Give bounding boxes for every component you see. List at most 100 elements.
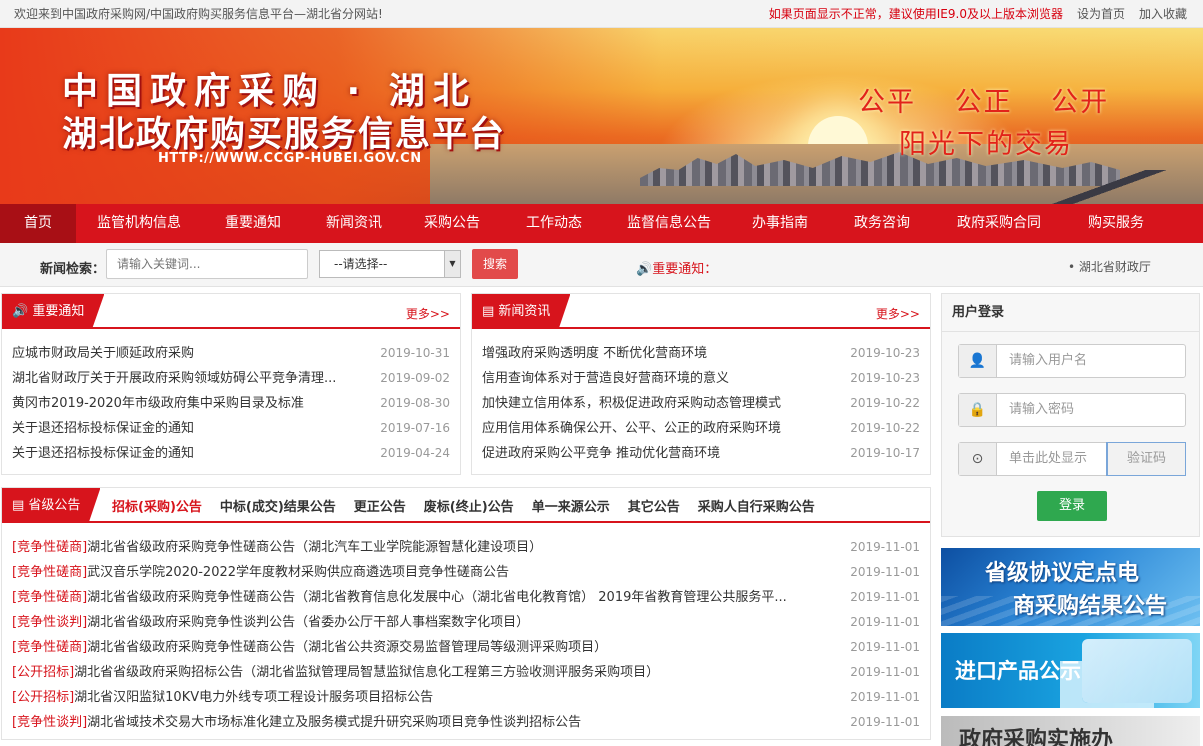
nav-item-regulators[interactable]: 监管机构信息 bbox=[76, 204, 202, 243]
search-category-select[interactable]: --请选择-- ▼ bbox=[319, 250, 461, 278]
welcome-text: 欢迎来到中国政府采购网/中国政府购买服务信息平台—湖北省分网站! bbox=[14, 7, 383, 21]
item-title[interactable]: 关于退还招标投标保证金的通知 bbox=[12, 441, 194, 466]
item-tag: [竞争性磋商] bbox=[12, 565, 88, 580]
item-tag: [竞争性谈判] bbox=[12, 715, 88, 730]
list-item[interactable]: [公开招标]湖北省省级政府采购招标公告（湖北省监狱管理局智慧监狱信息化工程第三方… bbox=[12, 660, 920, 685]
item-title[interactable]: 加快建立信用体系，积极促进政府采购动态管理模式 bbox=[482, 391, 781, 416]
item-title: 湖北省域技术交易大市场标准化建立及服务模式提升研究采购项目竞争性谈判招标公告 bbox=[87, 715, 582, 730]
list-item[interactable]: [竞争性磋商]湖北省省级政府采购竞争性磋商公告（湖北省教育信息化发展中心（湖北省… bbox=[12, 585, 920, 610]
tab-award-result[interactable]: 中标(成交)结果公告 bbox=[220, 496, 336, 515]
item-date: 2019-11-01 bbox=[850, 565, 920, 579]
login-button[interactable]: 登录 bbox=[1037, 491, 1107, 521]
search-category-value: --请选择-- bbox=[334, 257, 388, 271]
list-item[interactable]: 信用查询体系对于营造良好营商环境的意义 2019-10-23 bbox=[482, 366, 920, 391]
item-title-link[interactable]: [公开招标]湖北省省级政府采购招标公告（湖北省监狱管理局智慧监狱信息化工程第三方… bbox=[12, 660, 659, 685]
header-banner: 中国政府采购 · 湖北 湖北政府购买服务信息平台 HTTP://WWW.CCGP… bbox=[0, 28, 1203, 204]
tab-termination[interactable]: 废标(终止)公告 bbox=[424, 496, 514, 515]
list-item[interactable]: [竞争性磋商]湖北省省级政府采购竞争性磋商公告（湖北汽车工业学院能源智慧化建设项… bbox=[12, 535, 920, 560]
tab-correction[interactable]: 更正公告 bbox=[354, 496, 406, 515]
list-item[interactable]: [竞争性谈判]湖北省域技术交易大市场标准化建立及服务模式提升研究采购项目竞争性谈… bbox=[12, 710, 920, 735]
item-title[interactable]: 应城市财政局关于顺延政府采购 bbox=[12, 341, 194, 366]
username-placeholder: 请输入用户名 bbox=[1009, 353, 1088, 368]
nav-item-procurement-notice[interactable]: 采购公告 bbox=[404, 204, 500, 243]
tab-self-procurement[interactable]: 采购人自行采购公告 bbox=[698, 496, 815, 515]
item-date: 2019-10-22 bbox=[850, 396, 920, 410]
tab-single-source[interactable]: 单一来源公示 bbox=[532, 496, 610, 515]
item-title-link[interactable]: [竞争性磋商]湖北省省级政府采购竞争性磋商公告（湖北汽车工业学院能源智慧化建设项… bbox=[12, 535, 542, 560]
item-title[interactable]: 湖北省财政厅关于开展政府采购领域妨碍公平竞争清理... bbox=[12, 366, 336, 391]
nav-item-purchase-services[interactable]: 购买服务 bbox=[1064, 204, 1168, 243]
search-input[interactable] bbox=[106, 249, 308, 279]
chevron-down-icon: ▼ bbox=[444, 251, 460, 277]
item-title-link[interactable]: [竞争性谈判]湖北省域技术交易大市场标准化建立及服务模式提升研究采购项目竞争性谈… bbox=[12, 710, 581, 735]
nav-item-important-notice[interactable]: 重要通知 bbox=[202, 204, 304, 243]
item-title-link[interactable]: [竞争性磋商]武汉音乐学院2020-2022学年度教材采购供应商遴选项目竞争性磋… bbox=[12, 560, 509, 585]
password-field[interactable]: 🔒 请输入密码 bbox=[958, 393, 1186, 427]
notice-label-text: 重要通知： bbox=[652, 262, 718, 277]
list-item[interactable]: 黄冈市2019-2020年市级政府集中采购目录及标准 2019-08-30 bbox=[12, 391, 450, 416]
nav-item-home[interactable]: 首页 bbox=[0, 204, 76, 243]
search-button[interactable]: 搜索 bbox=[472, 249, 518, 279]
list-item[interactable]: [竞争性磋商]湖北省省级政府采购竞争性磋商公告（湖北省公共资源交易监督管理局等级… bbox=[12, 635, 920, 660]
list-item[interactable]: 加快建立信用体系，积极促进政府采购动态管理模式 2019-10-22 bbox=[482, 391, 920, 416]
nav-item-work-updates[interactable]: 工作动态 bbox=[500, 204, 608, 243]
item-title[interactable]: 应用信用体系确保公开、公平、公正的政府采购环境 bbox=[482, 416, 781, 441]
promo-procurement-rules[interactable]: 政府采购实施办 bbox=[941, 716, 1200, 746]
nav-item-supervision[interactable]: 监督信息公告 bbox=[608, 204, 730, 243]
item-title: 湖北省省级政府采购竞争性谈判公告（省委办公厅干部人事档案数字化项目） bbox=[87, 615, 530, 630]
item-title[interactable]: 信用查询体系对于营造良好营商环境的意义 bbox=[482, 366, 729, 391]
nav-item-news[interactable]: 新闻资讯 bbox=[304, 204, 404, 243]
item-title[interactable]: 增强政府采购透明度 不断优化营商环境 bbox=[482, 341, 707, 366]
panel-header: ▤ 新闻资讯 更多>> bbox=[472, 294, 930, 329]
list-item[interactable]: [竞争性磋商]武汉音乐学院2020-2022学年度教材采购供应商遴选项目竞争性磋… bbox=[12, 560, 920, 585]
newspaper-icon: ▤ bbox=[482, 304, 499, 319]
item-title[interactable]: 黄冈市2019-2020年市级政府集中采购目录及标准 bbox=[12, 391, 304, 416]
username-field[interactable]: 👤 请输入用户名 bbox=[958, 344, 1186, 378]
promo-ecommerce-results[interactable]: 省级协议定点电 商采购结果公告 bbox=[941, 548, 1200, 626]
list-item[interactable]: 关于退还招标投标保证金的通知 2019-07-16 bbox=[12, 416, 450, 441]
banner-slogan-line1: 公平 公正 公开 bbox=[858, 87, 1110, 118]
login-panel: 用户登录 👤 请输入用户名 🔒 请输入密码 ⊙ 单击此处显示 验证码 登录 bbox=[941, 293, 1200, 537]
item-title-link[interactable]: [公开招标]湖北省汉阳监狱10KV电力外线专项工程设计服务项目招标公告 bbox=[12, 685, 433, 710]
item-title: 湖北省汉阳监狱10KV电力外线专项工程设计服务项目招标公告 bbox=[74, 690, 434, 705]
news-panel: ▤ 新闻资讯 更多>> 增强政府采购透明度 不断优化营商环境 2019-10-23… bbox=[471, 293, 931, 475]
lock-icon: 🔒 bbox=[959, 394, 997, 426]
captcha-show-link[interactable]: 单击此处显示 bbox=[997, 443, 1107, 475]
list-item[interactable]: 关于退还招标投标保证金的通知 2019-04-24 bbox=[12, 441, 450, 466]
item-date: 2019-08-30 bbox=[380, 396, 450, 410]
add-favorite-link[interactable]: 加入收藏 bbox=[1139, 5, 1187, 22]
more-link[interactable]: 更多>> bbox=[406, 305, 450, 322]
item-date: 2019-11-01 bbox=[850, 590, 920, 604]
promo1-line1: 省级协议定点电 bbox=[985, 561, 1140, 586]
banner-slogan-line2: 阳光下的交易 bbox=[899, 129, 1073, 160]
more-link[interactable]: 更多>> bbox=[876, 305, 920, 322]
list-item[interactable]: [公开招标]湖北省汉阳监狱10KV电力外线专项工程设计服务项目招标公告 2019-… bbox=[12, 685, 920, 710]
promo1-line2: 商采购结果公告 bbox=[1013, 594, 1168, 619]
provincial-tabs: 招标(采购)公告 中标(成交)结果公告 更正公告 废标(终止)公告 单一来源公示… bbox=[112, 488, 833, 523]
list-item[interactable]: 湖北省财政厅关于开展政府采购领域妨碍公平竞争清理... 2019-09-02 bbox=[12, 366, 450, 391]
item-title-link[interactable]: [竞争性谈判]湖北省省级政府采购竞争性谈判公告（省委办公厅干部人事档案数字化项目… bbox=[12, 610, 529, 635]
item-title-link[interactable]: [竞争性磋商]湖北省省级政府采购竞争性磋商公告（湖北省教育信息化发展中心（湖北省… bbox=[12, 585, 787, 610]
list-item[interactable]: 应城市财政局关于顺延政府采购 2019-10-31 bbox=[12, 341, 450, 366]
tab-tender[interactable]: 招标(采购)公告 bbox=[112, 496, 202, 523]
tab-other[interactable]: 其它公告 bbox=[628, 496, 680, 515]
item-title[interactable]: 促进政府采购公平竞争 推动优化营商环境 bbox=[482, 441, 720, 466]
panel-title: 重要通知 bbox=[32, 304, 85, 319]
list-item[interactable]: 促进政府采购公平竞争 推动优化营商环境 2019-10-17 bbox=[482, 441, 920, 466]
nav-item-consulting[interactable]: 政务咨询 bbox=[830, 204, 934, 243]
nav-item-contracts[interactable]: 政府采购合同 bbox=[934, 204, 1064, 243]
main-nav: 首页 监管机构信息 重要通知 新闻资讯 采购公告 工作动态 监督信息公告 办事指… bbox=[0, 204, 1203, 243]
nav-item-guide[interactable]: 办事指南 bbox=[730, 204, 830, 243]
captcha-input[interactable]: 验证码 bbox=[1106, 442, 1186, 476]
set-home-link[interactable]: 设为首页 bbox=[1077, 5, 1125, 22]
list-item[interactable]: 增强政府采购透明度 不断优化营商环境 2019-10-23 bbox=[482, 341, 920, 366]
item-title[interactable]: 关于退还招标投标保证金的通知 bbox=[12, 416, 194, 441]
list-item[interactable]: 应用信用体系确保公开、公平、公正的政府采购环境 2019-10-22 bbox=[482, 416, 920, 441]
list-item[interactable]: [竞争性谈判]湖北省省级政府采购竞争性谈判公告（省委办公厅干部人事档案数字化项目… bbox=[12, 610, 920, 635]
item-title-link[interactable]: [竞争性磋商]湖北省省级政府采购竞争性磋商公告（湖北省公共资源交易监督管理局等级… bbox=[12, 635, 607, 660]
promo-imported-products[interactable]: 进口产品公示 bbox=[941, 633, 1200, 708]
item-date: 2019-10-22 bbox=[850, 421, 920, 435]
item-tag: [竞争性磋商] bbox=[12, 640, 88, 655]
panel-tab: ▤ 新闻资讯 bbox=[472, 294, 571, 329]
notice-marquee-link[interactable]: • 湖北省财政厅 bbox=[1068, 258, 1152, 275]
